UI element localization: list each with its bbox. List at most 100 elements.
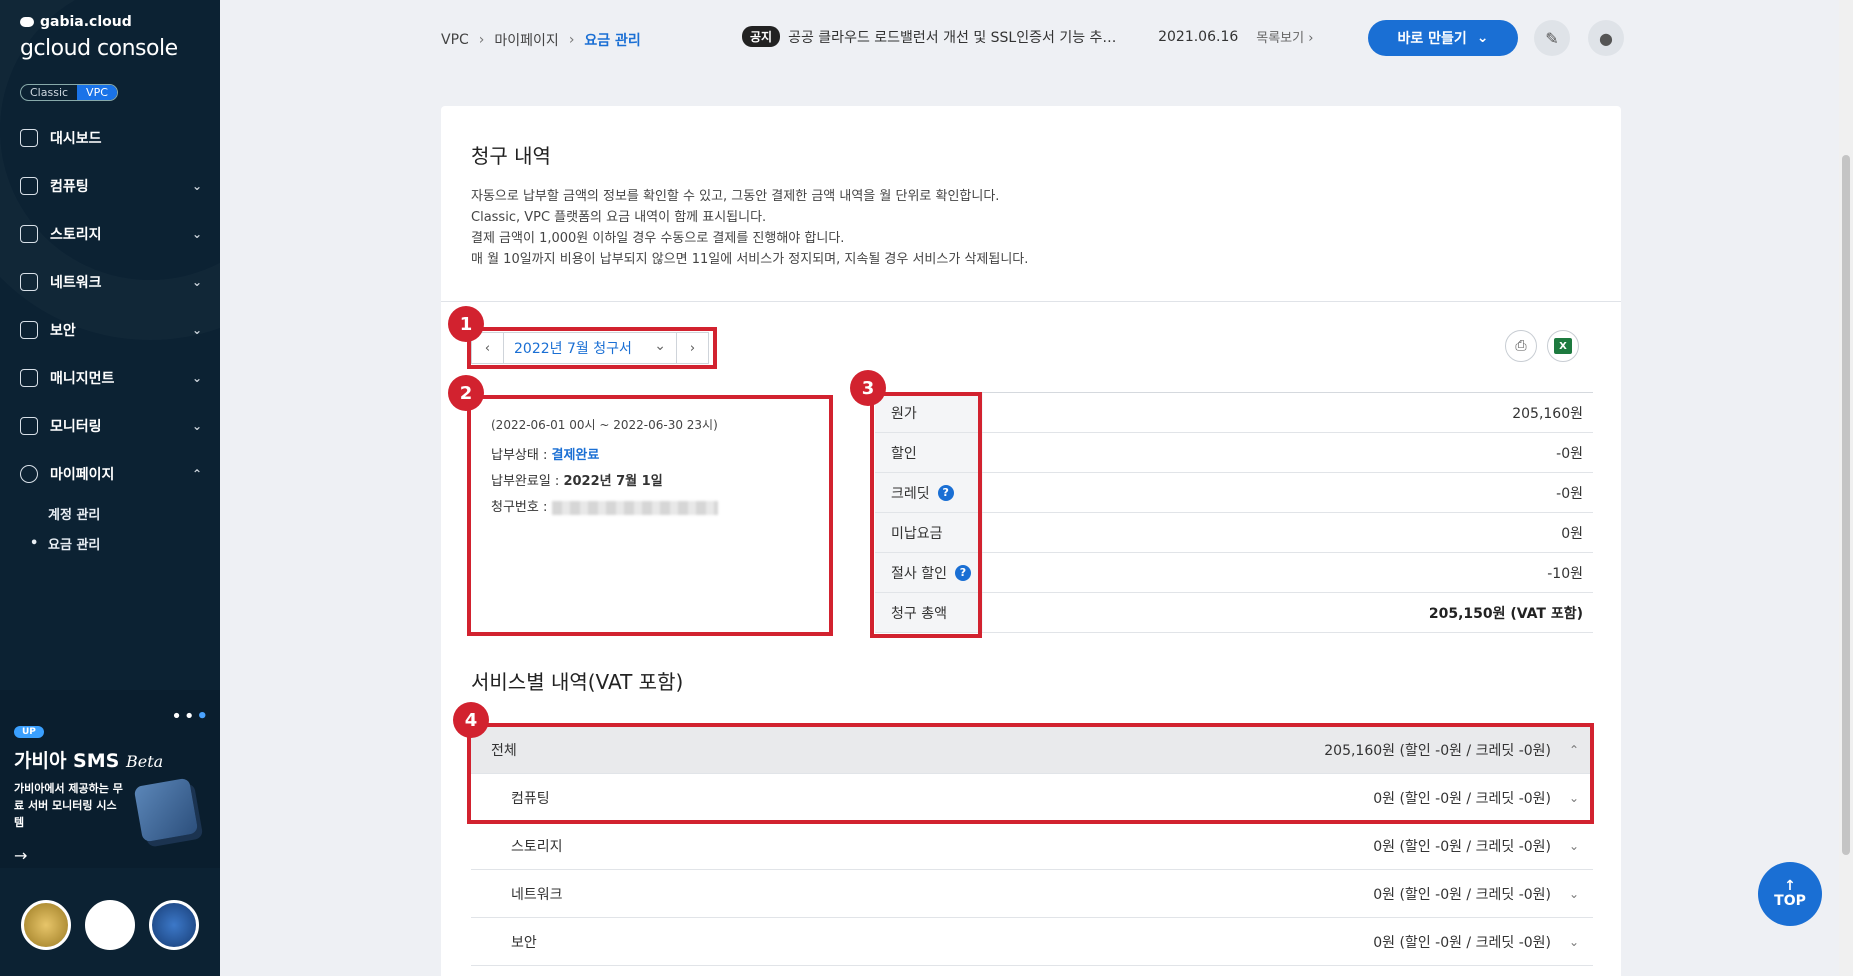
chevron-down-icon: ⌄ xyxy=(191,275,202,289)
user-icon xyxy=(20,465,38,483)
notice-text[interactable]: 공공 클라우드 로드밸런서 개선 및 SSL인증서 기능 추… xyxy=(788,27,1136,47)
service-row-security[interactable]: 보안 0원 (할인 -0원 / 크레딧 -0원) ⌄ xyxy=(471,918,1593,966)
platform-classic[interactable]: Classic xyxy=(21,85,77,100)
annotation-box-4 xyxy=(467,723,1594,824)
notice-date: 2021.06.16 xyxy=(1158,28,1239,45)
profile-button[interactable]: ● xyxy=(1588,20,1624,56)
summary-row: 크레딧 ? -0원 xyxy=(875,473,1593,513)
print-button[interactable]: ⎙ xyxy=(1505,330,1537,362)
chat-button[interactable]: ✎ xyxy=(1534,20,1570,56)
monitor-icon xyxy=(20,417,38,435)
sidebar-item-label: 마이페이지 xyxy=(50,467,115,483)
summary-value: -0원 xyxy=(1556,485,1583,502)
chevron-down-icon: ⌄ xyxy=(1568,886,1579,901)
chevron-down-icon: ⌄ xyxy=(191,179,202,193)
sidebar-item-management[interactable]: 매니지먼트 ⌄ xyxy=(0,354,220,402)
server-monitor-illustration xyxy=(133,777,199,843)
summary-value: 205,160원 xyxy=(1512,405,1583,422)
description-line: 매 월 10일까지 비용이 납부되지 않으면 11일에 서비스가 정지되며, 지… xyxy=(471,252,1029,267)
management-icon xyxy=(20,369,38,387)
sidebar-item-dashboard[interactable]: 대시보드 xyxy=(0,114,220,162)
excel-download-button[interactable]: X xyxy=(1547,330,1579,362)
sidebar: gabia.cloud gcloud console Classic VPC 대… xyxy=(0,0,220,976)
page-title: 청구 내역 xyxy=(471,144,551,168)
notice-tag: 공지 xyxy=(742,26,781,47)
platform-vpc[interactable]: VPC xyxy=(77,85,117,100)
summary-value: -10원 xyxy=(1547,565,1583,582)
brand-top-label: gabia.cloud xyxy=(40,14,132,30)
sidebar-subitem-account[interactable]: 계정 관리 xyxy=(0,498,220,528)
services-title: 서비스별 내역(VAT 포함) xyxy=(471,670,684,694)
sidebar-item-mypage[interactable]: 마이페이지 ⌃ xyxy=(0,450,220,498)
chip-icon xyxy=(20,177,38,195)
sidebar-item-label: 보안 xyxy=(50,323,76,339)
promo-title: 가비아 SMS Beta xyxy=(14,746,163,773)
arrow-right-icon[interactable]: → xyxy=(14,846,27,865)
scrollbar-thumb[interactable] xyxy=(1842,155,1850,855)
sidebar-subitem-billing[interactable]: 요금 관리 xyxy=(0,528,220,558)
breadcrumb-separator: › xyxy=(568,32,575,48)
service-name: 스토리지 xyxy=(511,838,563,855)
billing-summary-table: 원가 205,160원 할인 -0원 크레딧 ? -0원 미납요금 0원 절사 … xyxy=(875,392,1593,633)
chevron-down-icon: ⌄ xyxy=(1476,30,1489,46)
arrow-up-icon: ↑ xyxy=(1784,878,1796,894)
annotation-box-2 xyxy=(467,395,833,636)
certification-badge-icon xyxy=(21,900,71,950)
scroll-top-button[interactable]: ↑ TOP xyxy=(1758,862,1822,926)
brand-logo[interactable]: gabia.cloud xyxy=(20,14,132,30)
chevron-down-icon: ⌄ xyxy=(191,323,202,337)
sidebar-item-computing[interactable]: 컴퓨팅 ⌄ xyxy=(0,162,220,210)
divider xyxy=(441,301,1621,302)
annotation-number-2: 2 xyxy=(448,375,484,411)
sidebar-item-label: 모니터링 xyxy=(50,419,102,435)
annotation-number-1: 1 xyxy=(448,306,484,342)
sidebar-item-security[interactable]: 보안 ⌄ xyxy=(0,306,220,354)
sidebar-item-monitoring[interactable]: 모니터링 ⌄ xyxy=(0,402,220,450)
summary-row: 원가 205,160원 xyxy=(875,393,1593,433)
promo-title-suffix: Beta xyxy=(125,752,164,771)
storage-icon xyxy=(20,225,38,243)
summary-row: 미납요금 0원 xyxy=(875,513,1593,553)
chevron-down-icon: ⌄ xyxy=(1568,934,1579,949)
annotation-box-3 xyxy=(870,392,982,638)
service-name: 네트워크 xyxy=(511,886,563,903)
breadcrumb-separator: › xyxy=(478,32,485,48)
summary-row-total: 청구 총액 205,150원 (VAT 포함) xyxy=(875,593,1593,633)
service-value: 0원 (할인 -0원 / 크레딧 -0원) xyxy=(1373,838,1551,855)
sidebar-item-storage[interactable]: 스토리지 ⌄ xyxy=(0,210,220,258)
chevron-up-icon: ⌃ xyxy=(191,467,202,481)
service-row-network[interactable]: 네트워크 0원 (할인 -0원 / 크레딧 -0원) ⌄ xyxy=(471,870,1593,918)
shield-icon xyxy=(20,321,38,339)
csap-badge-icon xyxy=(149,900,199,950)
excel-icon: X xyxy=(1554,338,1572,354)
notice-list-link[interactable]: 목록보기 › xyxy=(1256,27,1313,46)
sidebar-item-label: 매니지먼트 xyxy=(50,371,115,387)
user-icon: ● xyxy=(1599,28,1613,48)
breadcrumb-vpc[interactable]: VPC xyxy=(441,32,469,48)
promo-banner[interactable]: ••• UP 가비아 SMS Beta 가비아에서 제공하는 무료 서버 모니터… xyxy=(0,690,220,868)
breadcrumb-mypage[interactable]: 마이페이지 xyxy=(494,30,558,50)
cloud-service-badge-icon xyxy=(85,900,135,950)
description-line: 자동으로 납부할 금액의 정보를 확인할 수 있고, 그동안 결제한 금액 내역… xyxy=(471,189,1000,204)
summary-value: 0원 xyxy=(1561,525,1583,542)
brand-title[interactable]: gcloud console xyxy=(20,36,178,61)
platform-toggle[interactable]: Classic VPC xyxy=(20,84,118,101)
sidebar-nav: 대시보드 컴퓨팅 ⌄ 스토리지 ⌄ 네트워크 ⌄ 보안 ⌄ 매니지먼트 ⌄ 모니… xyxy=(0,114,220,558)
chevron-down-icon: ⌄ xyxy=(191,227,202,241)
sidebar-item-label: 스토리지 xyxy=(50,227,102,243)
quick-create-button[interactable]: 바로 만들기 ⌄ xyxy=(1368,20,1518,56)
service-row-storage[interactable]: 스토리지 0원 (할인 -0원 / 크레딧 -0원) ⌄ xyxy=(471,822,1593,870)
quick-create-label: 바로 만들기 xyxy=(1397,31,1467,47)
notice-bar[interactable]: 공지 공공 클라우드 로드밸런서 개선 및 SSL인증서 기능 추… 2021.… xyxy=(742,26,1313,47)
breadcrumb-current: 요금 관리 xyxy=(584,33,641,49)
description-line: Classic, VPC 플랫폼의 요금 내역이 함께 표시됩니다. xyxy=(471,210,767,225)
print-icon: ⎙ xyxy=(1515,338,1527,354)
top-bar: VPC › 마이페이지 › 요금 관리 공지 공공 클라우드 로드밸런서 개선 … xyxy=(220,0,1853,80)
summary-row: 절사 할인 ? -10원 xyxy=(875,553,1593,593)
service-value: 0원 (할인 -0원 / 크레딧 -0원) xyxy=(1373,886,1551,903)
sidebar-item-network[interactable]: 네트워크 ⌄ xyxy=(0,258,220,306)
promo-up-badge: UP xyxy=(14,726,44,738)
description-line: 결제 금액이 1,000원 이하일 경우 수동으로 결제를 진행해야 합니다. xyxy=(471,231,845,246)
promo-description: 가비아에서 제공하는 무료 서버 모니터링 시스템 xyxy=(14,782,123,829)
more-dots-icon[interactable]: ••• xyxy=(171,706,210,727)
